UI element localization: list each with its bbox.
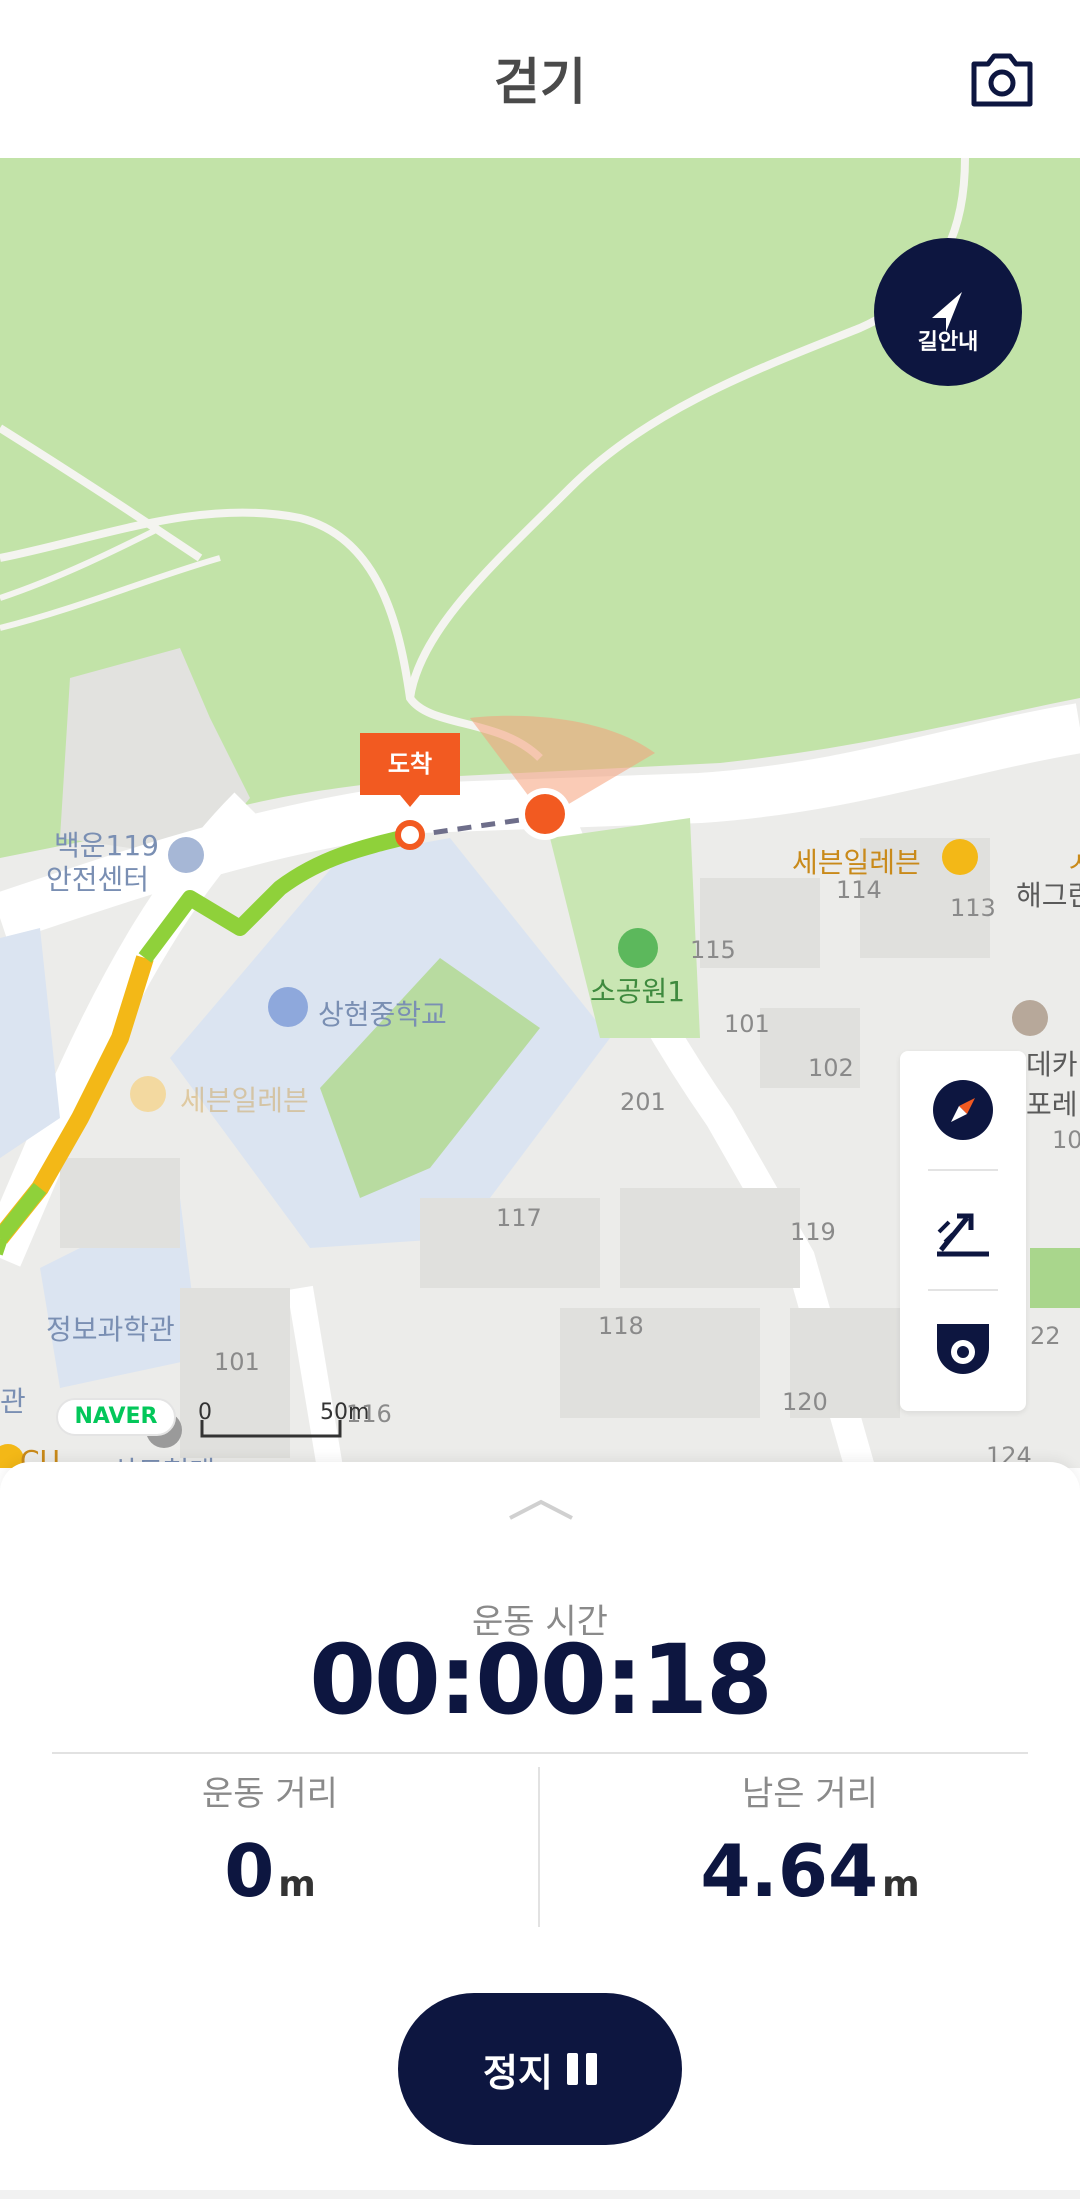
remaining-value: 4.64	[700, 1829, 879, 1913]
scale-fifty: 50m	[320, 1400, 370, 1425]
pause-icon	[566, 2053, 597, 2085]
top-bar: 걷기	[0, 0, 1080, 158]
stats-divider	[52, 1752, 1028, 1754]
elevation-icon	[937, 1213, 989, 1257]
navigation-button[interactable]: 길안내	[874, 238, 1022, 386]
compass-icon	[933, 1080, 993, 1140]
map-label-right-3: 포레	[1026, 1088, 1078, 1121]
stop-button[interactable]: 정지	[398, 1993, 682, 2145]
camera-icon	[971, 53, 1033, 107]
distance-label: 운동 거리	[202, 1774, 338, 1814]
building-number: 114	[836, 876, 882, 904]
building-number: 113	[950, 894, 996, 922]
building-number: 201	[620, 1088, 666, 1116]
workout-time-value: 00:00:18	[309, 1624, 773, 1736]
compass-button[interactable]	[900, 1051, 1026, 1169]
map-scale-bar: 0 50m	[198, 1400, 370, 1450]
navigation-label: 길안내	[917, 330, 979, 355]
remaining-stat: 남은 거리 4.64 m	[540, 1766, 1080, 1913]
distance-value: 0	[224, 1829, 275, 1913]
page-title: 걷기	[494, 53, 586, 111]
map-label-store-faded: 세븐일레븐	[180, 1084, 309, 1117]
naver-logo: NAVER	[56, 1398, 176, 1436]
map-label-right-6: ㅅ	[1066, 846, 1080, 879]
map-label-school: 상현중학교	[318, 998, 447, 1031]
building-number: 117	[496, 1204, 542, 1232]
map-label-edge-left: 관	[0, 1385, 26, 1418]
building-number: 115	[690, 936, 736, 964]
arrival-marker: 도착	[360, 733, 460, 807]
map-label-right-2: 데카	[1026, 1048, 1078, 1081]
navigation-arrow-icon	[932, 292, 962, 332]
remaining-unit: m	[882, 1864, 920, 1905]
map-label-fire-station-2: 안전센터	[46, 863, 150, 896]
building-number: 119	[790, 1218, 836, 1246]
map-label-science-hall: 정보과학관	[46, 1313, 175, 1346]
position-icon	[937, 1324, 989, 1374]
map-view[interactable]: 백운119 안전센터 상현중학교 소공원1 세븐일레븐 세븐일레븐 정보과학관 …	[0, 158, 1080, 1468]
building-number: 101	[214, 1348, 260, 1376]
building-number: 102	[808, 1054, 854, 1082]
remaining-label: 남은 거리	[742, 1774, 878, 1814]
building-number: 118	[598, 1312, 644, 1340]
map-label-right-4: 10	[1052, 1126, 1080, 1154]
my-position-button[interactable]	[900, 1291, 1026, 1409]
map-label-park: 소공원1	[590, 975, 686, 1008]
camera-button[interactable]	[966, 44, 1038, 116]
distance-unit: m	[278, 1864, 316, 1905]
workout-stats-sheet: 운동 시간 00:00:18 운동 거리 0m 남은 거리 4.64 m 정지	[0, 1462, 1080, 2199]
scale-zero: 0	[198, 1400, 212, 1425]
building-number: 120	[782, 1388, 828, 1416]
map-tool-panel	[900, 1051, 1026, 1411]
system-nav-bar	[0, 2190, 1080, 2199]
sheet-handle-chevron-up-icon[interactable]	[506, 1496, 576, 1526]
elevation-button[interactable]	[900, 1171, 1026, 1289]
building-number: 101	[724, 1010, 770, 1038]
map-label-store: 세븐일레븐	[792, 846, 921, 879]
distance-stat: 운동 거리 0m	[0, 1766, 540, 1913]
map-label-right-5: 22	[1030, 1322, 1061, 1350]
stop-label: 정지	[483, 2050, 553, 2095]
